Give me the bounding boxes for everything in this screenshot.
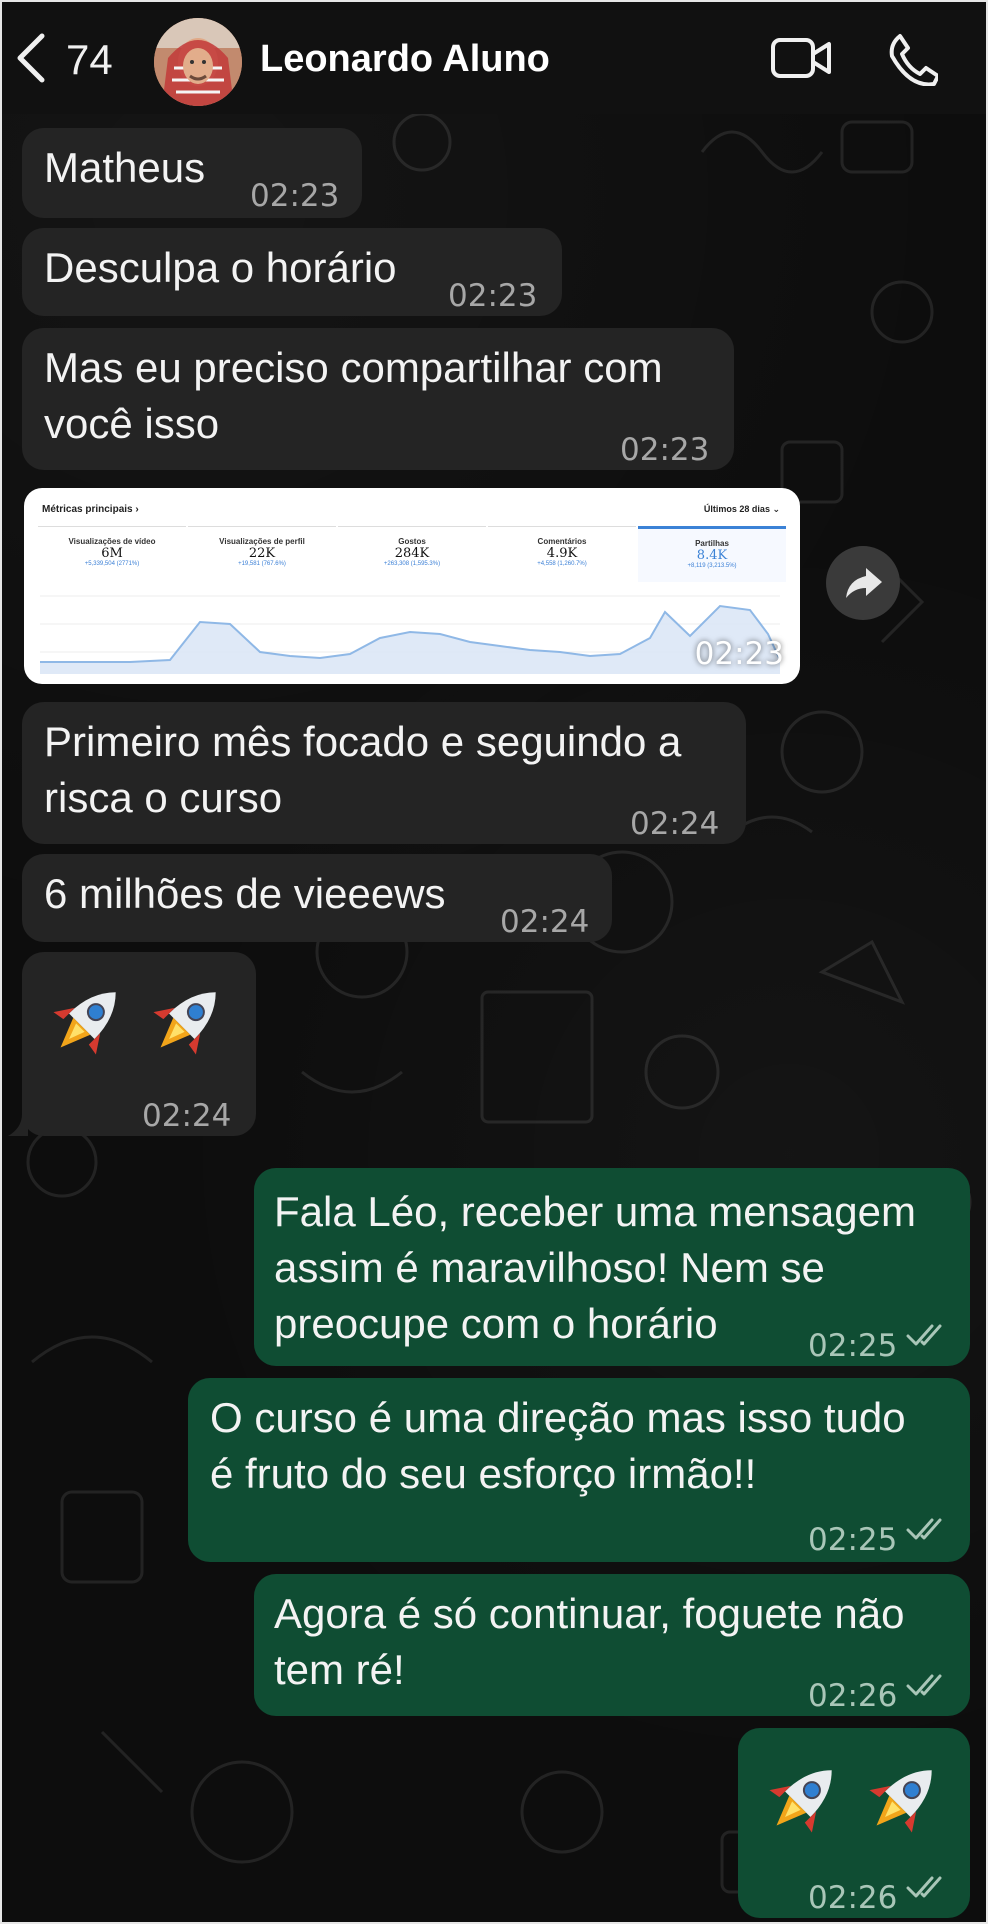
double-check-icon [906, 1324, 942, 1346]
message-time: 02:23 [448, 278, 538, 314]
message-text: 6 milhões de vieeews [44, 870, 446, 917]
message-time: 02:23 [694, 636, 784, 672]
video-camera-icon [771, 38, 831, 78]
bubble-tail [8, 1114, 28, 1136]
message-incoming[interactable]: Desculpa o horário 02:23 [22, 228, 562, 316]
period-select: Últimos 28 dias ⌄ [703, 504, 780, 514]
message-incoming[interactable]: Matheus 02:23 [22, 128, 362, 218]
message-time: 02:25 [808, 1522, 898, 1558]
metric-card: Gostos 284K +263,308 (1,595.3%) [338, 526, 486, 582]
metrics-title: Métricas principais › [42, 504, 139, 515]
image-message[interactable]: Métricas principais › Últimos 28 dias ⌄ … [24, 488, 800, 684]
metric-label: Visualizações de perfil [219, 537, 305, 546]
metric-label: Comentários [537, 537, 587, 546]
message-time: 02:24 [500, 904, 590, 940]
metric-delta: +4,558 (1,260.7%) [537, 561, 587, 567]
message-time: 02:23 [620, 432, 710, 468]
message-outgoing[interactable]: Fala Léo, receber uma mensagem assim é m… [254, 1168, 970, 1366]
metric-delta: +263,308 (1,595.3%) [383, 561, 441, 567]
message-time: 02:23 [250, 178, 340, 214]
forward-icon [846, 568, 882, 598]
metric-label: Gostos [398, 537, 426, 546]
metric-label: Partilhas [695, 539, 729, 548]
metric-delta: +5,339,504 (2771%) [84, 561, 140, 567]
video-call-button[interactable] [770, 34, 832, 82]
message-time: 02:24 [142, 1098, 232, 1134]
metric-value: 4.9K [546, 546, 578, 561]
message-text: Mas eu preciso compartilhar com você iss… [44, 344, 663, 447]
double-check-icon [906, 1518, 942, 1540]
rocket-icon [769, 1770, 832, 1833]
metric-value: 284K [394, 546, 430, 561]
metric-card: Comentários 4.9K +4,558 (1,260.7%) [488, 526, 636, 582]
metric-card: Visualizações de vídeo 6M +5,339,504 (27… [38, 526, 186, 582]
contact-name[interactable]: Leonardo Aluno [260, 38, 550, 81]
rocket-icon [869, 1770, 932, 1833]
message-incoming[interactable]: 6 milhões de vieeews 02:24 [22, 854, 612, 942]
message-text: O curso é uma direção mas isso tudo é fr… [210, 1394, 906, 1497]
metric-card: Partilhas 8.4K +8,119 (3,213.5%) [638, 526, 786, 582]
phone-icon [889, 34, 940, 87]
chat-screen: 74 Leonardo Aluno Matheus 02:23 Desculpa… [0, 0, 988, 1924]
metric-label: Visualizações de vídeo [68, 537, 156, 546]
metric-delta: +19,581 (767.6%) [238, 561, 286, 567]
metric-value: 22K [248, 546, 276, 561]
metric-card: Visualizações de perfil 22K +19,581 (767… [188, 526, 336, 582]
message-incoming[interactable]: 02:24 [22, 952, 256, 1136]
message-outgoing[interactable]: O curso é uma direção mas isso tudo é fr… [188, 1378, 970, 1562]
rocket-icon [153, 992, 216, 1055]
unread-count[interactable]: 74 [66, 36, 113, 84]
message-time: 02:25 [808, 1328, 898, 1364]
double-check-icon [906, 1876, 942, 1898]
message-text: Primeiro mês focado e seguindo a risca o… [44, 718, 682, 821]
chevron-left-icon [17, 33, 45, 83]
chat-header: 74 Leonardo Aluno [2, 2, 986, 114]
back-button[interactable] [12, 30, 52, 86]
metric-delta: +8,119 (3,213.5%) [687, 563, 737, 569]
message-incoming[interactable]: Mas eu preciso compartilhar com você iss… [22, 328, 734, 470]
message-time: 02:26 [808, 1678, 898, 1714]
message-time: 02:24 [630, 806, 720, 842]
message-incoming[interactable]: Primeiro mês focado e seguindo a risca o… [22, 702, 746, 844]
message-text: Desculpa o horário [44, 244, 397, 291]
metrics-line-chart [40, 595, 781, 674]
voice-call-button[interactable] [888, 32, 940, 87]
message-time: 02:26 [808, 1880, 898, 1916]
forward-button[interactable] [826, 546, 900, 620]
message-text: Matheus [44, 144, 206, 191]
metric-value: 8.4K [696, 548, 728, 563]
message-outgoing[interactable]: Agora é só continuar, foguete não tem ré… [254, 1574, 970, 1716]
avatar[interactable] [154, 18, 242, 106]
rocket-icon [53, 992, 116, 1055]
metric-value: 6M [101, 546, 123, 561]
message-outgoing[interactable]: 02:26 [738, 1728, 970, 1918]
double-check-icon [906, 1674, 942, 1696]
